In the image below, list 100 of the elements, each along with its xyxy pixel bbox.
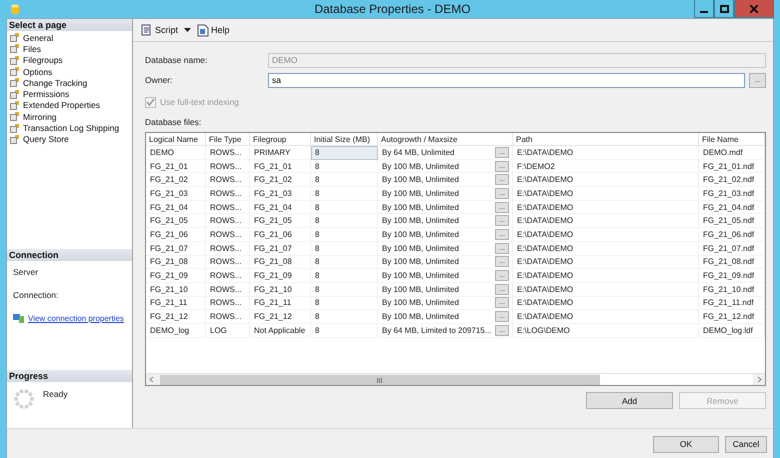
page-link[interactable]: Permissions — [23, 89, 70, 100]
table-cell: Not Applicable — [250, 324, 311, 338]
server-label: Server — [13, 267, 40, 277]
maximize-button[interactable] — [714, 0, 734, 18]
table-cell: FG_21_12 — [250, 310, 311, 324]
script-button[interactable]: Script — [138, 24, 180, 36]
section-header: Connection — [7, 249, 132, 261]
table-cell: E:\DATA\DEMO — [513, 310, 699, 324]
table-cell: E:\LOG\DEMO — [513, 324, 699, 338]
table-cell: ROWS... — [206, 256, 250, 270]
table-cell: E:\DATA\DEMO — [513, 214, 699, 228]
section-header: Progress — [7, 370, 132, 382]
table-cell: LOG — [206, 324, 250, 338]
table-cell: 8 — [311, 200, 378, 214]
property-page-icon — [10, 124, 20, 133]
table-cell: By 100 MB, Unlimited — [382, 271, 459, 280]
page-link[interactable]: Query Store — [23, 134, 69, 144]
column-header[interactable]: Path — [513, 133, 699, 146]
ok-button[interactable]: OK — [653, 436, 719, 452]
table-cell: ROWS... — [206, 146, 250, 160]
section-label: Database files: — [145, 116, 202, 126]
table-cell: E:\DATA\DEMO — [513, 269, 699, 283]
owner-field[interactable]: sa — [268, 72, 745, 88]
table-cell: 8 — [311, 269, 378, 283]
column-header[interactable]: Autogrowth / Maxsize — [378, 133, 513, 146]
spinner-icon — [13, 388, 35, 410]
table-cell: ROWS... — [206, 200, 250, 214]
page-link[interactable]: Options — [23, 66, 52, 77]
table-cell: 8 — [311, 173, 378, 188]
checkbox-label: Use full-text indexing — [160, 97, 239, 107]
page-link[interactable]: Change Tracking — [23, 78, 88, 88]
table-cell: E:\DATA\DEMO — [513, 296, 699, 310]
table-cell: FG_21_07 — [146, 242, 206, 256]
property-page-icon — [10, 78, 20, 88]
view-connection-link[interactable]: View connection properties — [28, 314, 124, 322]
table-cell: 8 — [311, 228, 378, 242]
table-cell: FG_21_10 — [250, 282, 311, 297]
cancel-button[interactable]: Cancel — [725, 436, 767, 452]
table-cell: By 64 MB, Limited to 209715... — [382, 326, 492, 335]
field-label: Database name: — [145, 55, 208, 65]
add-button[interactable]: Add — [586, 392, 673, 409]
table-cell: FG_21_02 — [146, 173, 206, 188]
table-cell: DEMO — [146, 146, 206, 160]
table-cell: FG_21_01 — [146, 160, 206, 174]
table-cell: FG_21_12.ndf — [699, 310, 765, 324]
table-cell: DEMO_log.ldf — [699, 324, 765, 338]
table-cell: FG_21_03 — [146, 187, 206, 201]
column-header[interactable]: Logical Name — [146, 133, 206, 146]
table-cell: By 100 MB, Unlimited — [382, 202, 459, 212]
table-cell: By 64 MB, Unlimited — [382, 148, 454, 157]
table-cell: F:\DEMO2 — [513, 160, 699, 174]
table-cell: E:\DATA\DEMO — [513, 173, 699, 188]
table-cell: By 100 MB, Unlimited — [382, 298, 459, 308]
page-link[interactable]: Files — [23, 44, 41, 54]
help-icon — [197, 24, 210, 36]
table-cell: FG_21_10 — [146, 282, 206, 297]
table-cell: FG_21_07.ndf — [699, 242, 765, 256]
page-link[interactable]: Transaction Log Shipping — [23, 123, 120, 134]
table-cell: FG_21_09 — [146, 269, 206, 283]
table-cell: ROWS... — [206, 282, 250, 297]
table-cell: ROWS... — [206, 296, 250, 310]
table-cell: FG_21_05 — [250, 214, 311, 228]
table-cell: FG_21_02.ndf — [699, 173, 765, 188]
property-page-icon — [10, 100, 20, 110]
page-link[interactable]: Extended Properties — [23, 100, 100, 110]
caret-icon[interactable] — [184, 28, 192, 32]
property-page-icon — [10, 67, 20, 76]
minimize-icon — [700, 10, 708, 12]
minimize-button[interactable] — [694, 0, 714, 18]
table-cell: FG_21_04 — [250, 200, 311, 214]
page-link[interactable]: Mirroring — [23, 112, 57, 122]
table-cell: FG_21_08.ndf — [699, 256, 765, 270]
table-cell: FG_21_11 — [250, 296, 311, 310]
progress-status: Ready — [43, 389, 68, 399]
table-cell: 8 — [311, 214, 378, 228]
database-icon — [11, 4, 19, 14]
table-cell: FG_21_01 — [250, 160, 311, 174]
field-label: Owner: — [145, 75, 174, 85]
table-cell: 8 — [311, 296, 378, 310]
page-link[interactable]: General — [23, 32, 54, 43]
scrollbar-thumb[interactable] — [160, 375, 600, 385]
column-header[interactable]: Filegroup — [250, 133, 311, 146]
connection-properties-icon — [13, 313, 24, 323]
table-cell: 8 — [311, 146, 378, 160]
table-cell: ROWS... — [206, 269, 250, 283]
table-cell: ROWS... — [206, 173, 250, 188]
column-header[interactable]: File Name — [699, 133, 765, 146]
table-cell: 8 — [311, 256, 378, 270]
table-cell: FG_21_06 — [146, 228, 206, 242]
table-cell: FG_21_08 — [146, 256, 206, 270]
table-cell: E:\DATA\DEMO — [513, 200, 699, 214]
table-cell: FG_21_06.ndf — [699, 228, 765, 242]
help-button[interactable]: Help — [195, 24, 232, 36]
page-link[interactable]: Filegroups — [23, 55, 63, 66]
connection-label: Connection: — [13, 290, 60, 300]
column-header[interactable]: File Type — [206, 133, 250, 146]
table-cell: FG_21_08 — [250, 256, 311, 270]
table-cell: 8 — [311, 324, 378, 338]
close-button[interactable] — [734, 0, 774, 18]
table-cell: By 100 MB, Unlimited — [382, 312, 459, 322]
